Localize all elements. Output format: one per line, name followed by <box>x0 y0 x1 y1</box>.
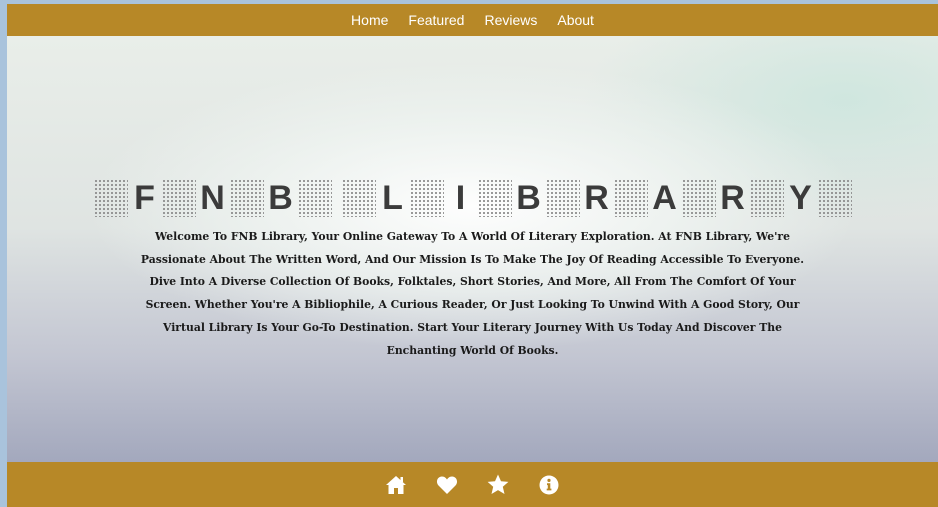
title-spacer-tile <box>297 179 332 217</box>
title-spacer-tile <box>341 179 376 217</box>
title-spacer-tile <box>93 179 128 217</box>
title-spacer-tile <box>409 179 444 217</box>
title-word-gap <box>332 179 342 217</box>
title-letter: R <box>584 179 609 217</box>
title-letter: L <box>382 179 403 217</box>
page-frame: Home Featured Reviews About F N B L I B … <box>7 4 938 507</box>
nav-link-featured[interactable]: Featured <box>408 12 464 28</box>
home-icon[interactable] <box>384 473 408 497</box>
top-nav-bar: Home Featured Reviews About <box>7 4 938 36</box>
title-letter: B <box>516 179 541 217</box>
title-letter: Y <box>789 179 812 217</box>
hero-section: F N B L I B R A R Y Welcome To FNB Libra… <box>7 36 938 462</box>
title-letter: F <box>134 179 155 217</box>
title-letter: A <box>652 179 677 217</box>
title-letter: B <box>268 179 293 217</box>
nav-link-about[interactable]: About <box>557 12 594 28</box>
nav-link-reviews[interactable]: Reviews <box>484 12 537 28</box>
title-spacer-tile <box>477 179 512 217</box>
hero-title: F N B L I B R A R Y <box>7 179 938 217</box>
title-letter: R <box>720 179 745 217</box>
title-letter: I <box>455 179 466 217</box>
title-spacer-tile <box>749 179 784 217</box>
title-spacer-tile <box>817 179 852 217</box>
bottom-nav-bar <box>7 462 938 507</box>
title-letter: N <box>200 179 225 217</box>
title-spacer-tile <box>681 179 716 217</box>
title-spacer-tile <box>545 179 580 217</box>
heart-icon[interactable] <box>435 473 459 497</box>
hero-paragraph: Welcome To FNB Library, Your Online Gate… <box>140 230 805 357</box>
nav-link-home[interactable]: Home <box>351 12 388 28</box>
title-spacer-tile <box>613 179 648 217</box>
title-spacer-tile <box>229 179 264 217</box>
star-icon[interactable] <box>486 473 510 497</box>
title-spacer-tile <box>161 179 196 217</box>
info-icon[interactable] <box>537 473 561 497</box>
